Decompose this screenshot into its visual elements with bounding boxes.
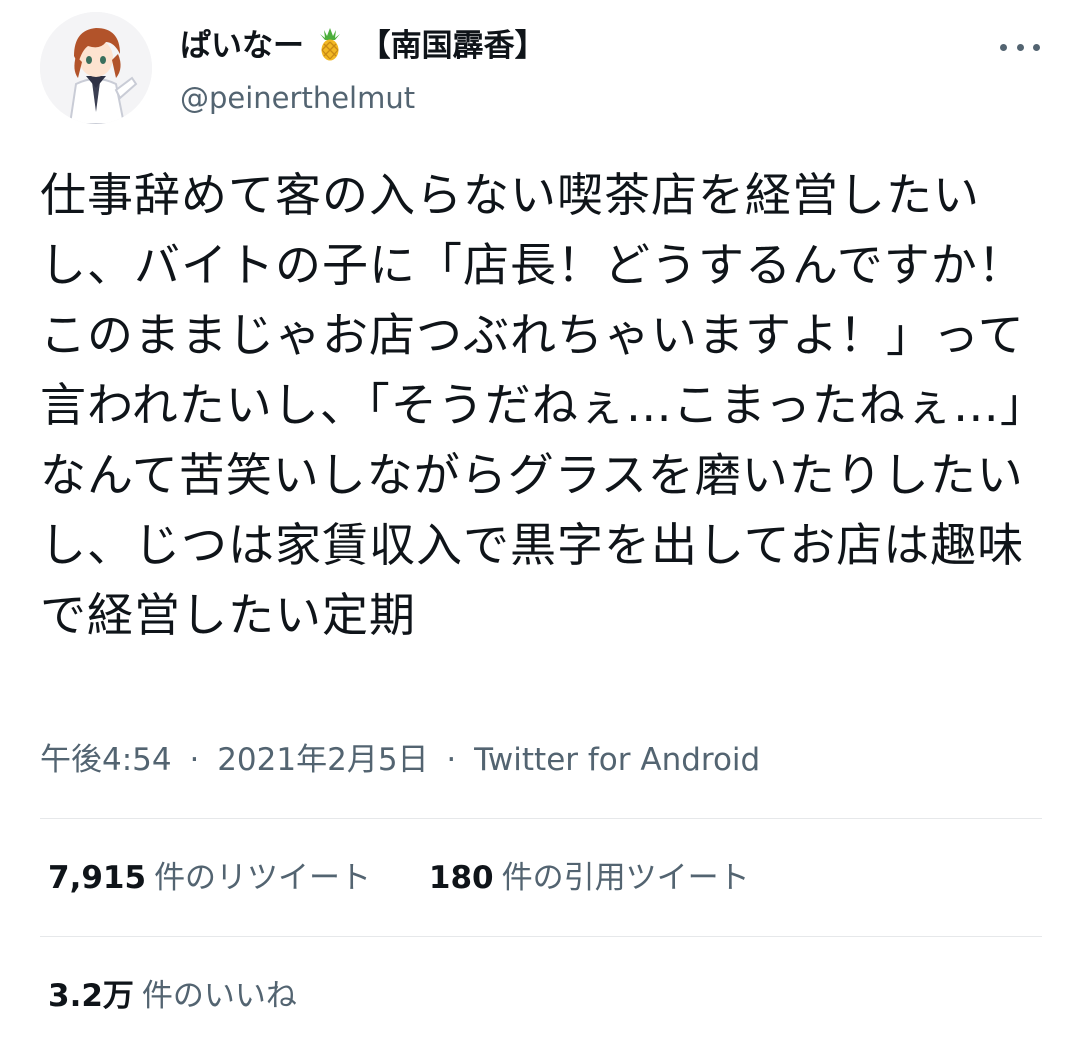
stats-row-retweets: 7,915 件のリツイート 180 件の引用ツイート [48,856,750,900]
tweet-time[interactable]: 午後4:54 [40,742,172,778]
retweets-stat[interactable]: 7,915 件のリツイート [48,856,371,900]
more-dot-icon [1000,43,1007,51]
quotes-stat[interactable]: 180 件の引用ツイート [429,856,750,900]
more-options-button[interactable] [1000,32,1040,62]
avatar-image [40,12,152,124]
tweet-meta: 午後4:54 · 2021年2月5日 · Twitter for Android [40,738,760,782]
tweet-text: 仕事辞めて客の入らない喫茶店を経営したいし、バイトの子に「店長！どうするんですか… [40,168,1025,642]
tweet-header: ぱいなー 【南国霹香】 @peinerthelmut [40,12,1040,127]
quotes-count: 180 [428,860,494,896]
divider [40,936,1042,937]
avatar[interactable] [40,12,152,124]
likes-count: 3.2万 [48,978,134,1014]
likes-label: 件のいいね [141,978,297,1014]
stats-row-likes: 3.2万 件のいいね [48,974,297,1018]
meta-separator: · [189,742,200,778]
display-name-suffix: 【南国霹香】 [359,28,546,64]
meta-separator: · [446,742,457,778]
tweet-date[interactable]: 2021年2月5日 [217,742,428,778]
user-handle[interactable]: @peinerthelmut [180,80,415,116]
pineapple-icon [319,28,340,61]
retweets-label: 件のリツイート [154,860,372,896]
more-dot-icon [1033,43,1040,51]
retweets-count: 7,915 [48,860,147,896]
tweet-source[interactable]: Twitter for Android [474,742,760,778]
more-dot-icon [1016,43,1024,51]
quotes-label: 件の引用ツイート [501,860,750,896]
display-name[interactable]: ぱいなー 【南国霹香】 [180,26,546,66]
likes-stat[interactable]: 3.2万 件のいいね [48,974,297,1018]
display-name-text: ぱいなー [180,28,304,64]
divider [40,818,1042,819]
